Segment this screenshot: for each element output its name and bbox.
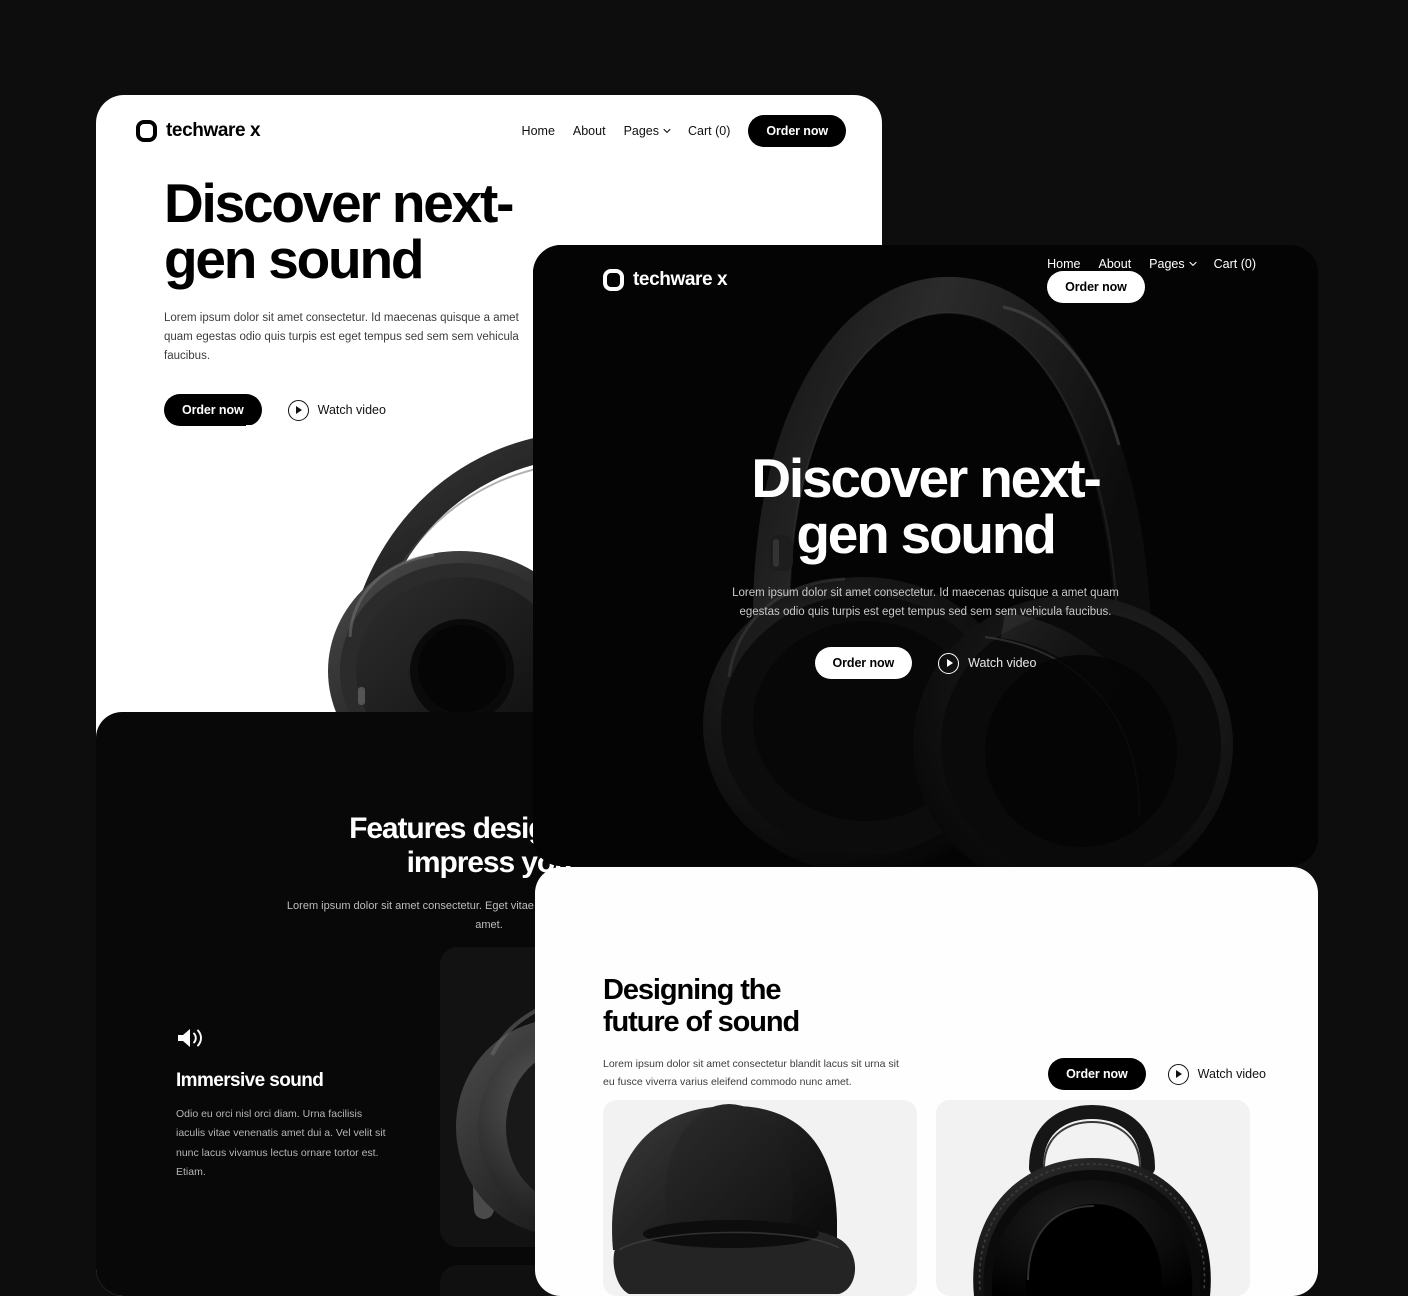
navbar-dark: techware x Home About Pages Cart (0) Ord… <box>603 257 1256 303</box>
designing-watch-video-link[interactable]: Watch video <box>1167 1063 1266 1085</box>
nav-item-cart[interactable]: Cart (0) <box>1214 257 1256 271</box>
hero-paragraph: Lorem ipsum dolor sit amet consectetur. … <box>164 309 524 366</box>
nav-item-cart[interactable]: Cart (0) <box>688 124 730 138</box>
speaker-volume-icon <box>176 1029 206 1053</box>
nav-item-about[interactable]: About <box>573 124 606 138</box>
hero-card-dark: techware x Home About Pages Cart (0) Ord… <box>533 245 1318 866</box>
feature-card-immersive-sound: Immersive sound Odio eu orci nisl orci d… <box>176 1027 416 1183</box>
hero-title-line2: gen sound <box>796 503 1056 566</box>
hero-order-now-button[interactable]: Order now <box>814 647 913 680</box>
hero-paragraph-line2: egestas odio quis turpis est eget tempus… <box>739 606 1112 619</box>
watch-video-label: Watch video <box>968 656 1037 671</box>
designing-title-line1: Designing the <box>603 974 782 1006</box>
gallery-item[interactable] <box>603 1100 917 1296</box>
watch-video-link[interactable]: Watch video <box>287 399 386 421</box>
designing-title-line2: future of sound <box>603 1006 800 1039</box>
watch-video-label: Watch video <box>317 403 386 418</box>
feature-title: Immersive sound <box>176 1070 324 1091</box>
main-nav: Home About Pages Cart (0) <box>1047 257 1256 271</box>
nav-item-home[interactable]: Home <box>1047 257 1080 271</box>
nav-item-pages-label: Pages <box>623 124 660 138</box>
designing-heading-block: Designing the future of sound Lorem ipsu… <box>603 974 933 1092</box>
nav-item-about[interactable]: About <box>1099 257 1132 271</box>
order-now-button[interactable]: Order now <box>1047 271 1145 303</box>
designing-gallery <box>603 1100 1250 1296</box>
screenshot-canvas: techware x Home About Pages Cart (0) Ord… <box>0 0 1408 1296</box>
hero-paragraph: Lorem ipsum dolor sit amet consectetur. … <box>726 584 1126 622</box>
navbar-right-group: Home About Pages Cart (0) Order now <box>1047 257 1256 303</box>
hero-title: Discover next- gen sound <box>533 450 1318 562</box>
play-circle-icon <box>1167 1063 1189 1085</box>
designing-title: Designing the future of sound <box>603 974 933 1039</box>
order-now-button[interactable]: Order now <box>748 115 846 147</box>
play-circle-icon <box>938 652 960 674</box>
nav-item-pages[interactable]: Pages <box>623 124 671 138</box>
brand-logo[interactable]: techware x <box>603 269 728 291</box>
hero-title-line1: Discover next- <box>751 447 1101 509</box>
designing-watch-video-label: Watch video <box>1197 1067 1266 1081</box>
hero-cta-group: Order now Watch video <box>533 647 1318 680</box>
play-circle-icon <box>287 399 309 421</box>
hero-title: Discover next- gen sound <box>164 175 584 287</box>
navbar-right-group: Home About Pages Cart (0) Order now <box>522 115 846 147</box>
features-subtitle-line1: Lorem ipsum dolor sit amet consectetur. … <box>286 900 534 913</box>
brand-logo[interactable]: techware x <box>136 120 261 142</box>
designing-card-light: Designing the future of sound Lorem ipsu… <box>535 867 1318 1296</box>
logo-mark-icon <box>603 269 624 291</box>
designing-cta-group: Order now Watch video <box>1048 1058 1266 1090</box>
hero-paragraph-line1: Lorem ipsum dolor sit amet consectetur. … <box>732 587 1119 600</box>
brand-name: techware x <box>166 120 261 141</box>
hero-title-line1: Discover next- <box>164 172 514 234</box>
logo-mark-icon <box>136 120 157 142</box>
chevron-down-icon <box>1189 260 1197 267</box>
hero-content-light: Discover next- gen sound Lorem ipsum dol… <box>164 175 584 427</box>
navbar-light: techware x Home About Pages Cart (0) Ord… <box>136 113 846 149</box>
hero-order-now-button[interactable]: Order now <box>164 394 262 427</box>
hero-title-line2: gen sound <box>164 228 424 291</box>
gallery-item[interactable] <box>936 1100 1250 1296</box>
watch-video-link[interactable]: Watch video <box>938 652 1037 674</box>
brand-name: techware x <box>633 269 728 290</box>
hero-content-dark: Discover next- gen sound Lorem ipsum dol… <box>533 450 1318 680</box>
chevron-down-icon <box>663 127 671 134</box>
designing-paragraph: Lorem ipsum dolor sit amet consectetur b… <box>603 1055 903 1092</box>
nav-item-pages[interactable]: Pages <box>1149 257 1197 271</box>
feature-body: Odio eu orci nisl orci diam. Urna facili… <box>176 1105 391 1183</box>
hero-paragraph-line2: egestas odio quis turpis est eget tempus… <box>164 331 519 363</box>
main-nav: Home About Pages Cart (0) <box>522 124 731 138</box>
designing-paragraph-line1: Lorem ipsum dolor sit amet consectetur b… <box>603 1057 886 1070</box>
nav-item-home[interactable]: Home <box>522 124 555 138</box>
designing-order-now-button[interactable]: Order now <box>1048 1058 1146 1090</box>
hero-cta-group: Order now Watch video <box>164 394 584 427</box>
nav-item-pages-label: Pages <box>1149 257 1185 271</box>
